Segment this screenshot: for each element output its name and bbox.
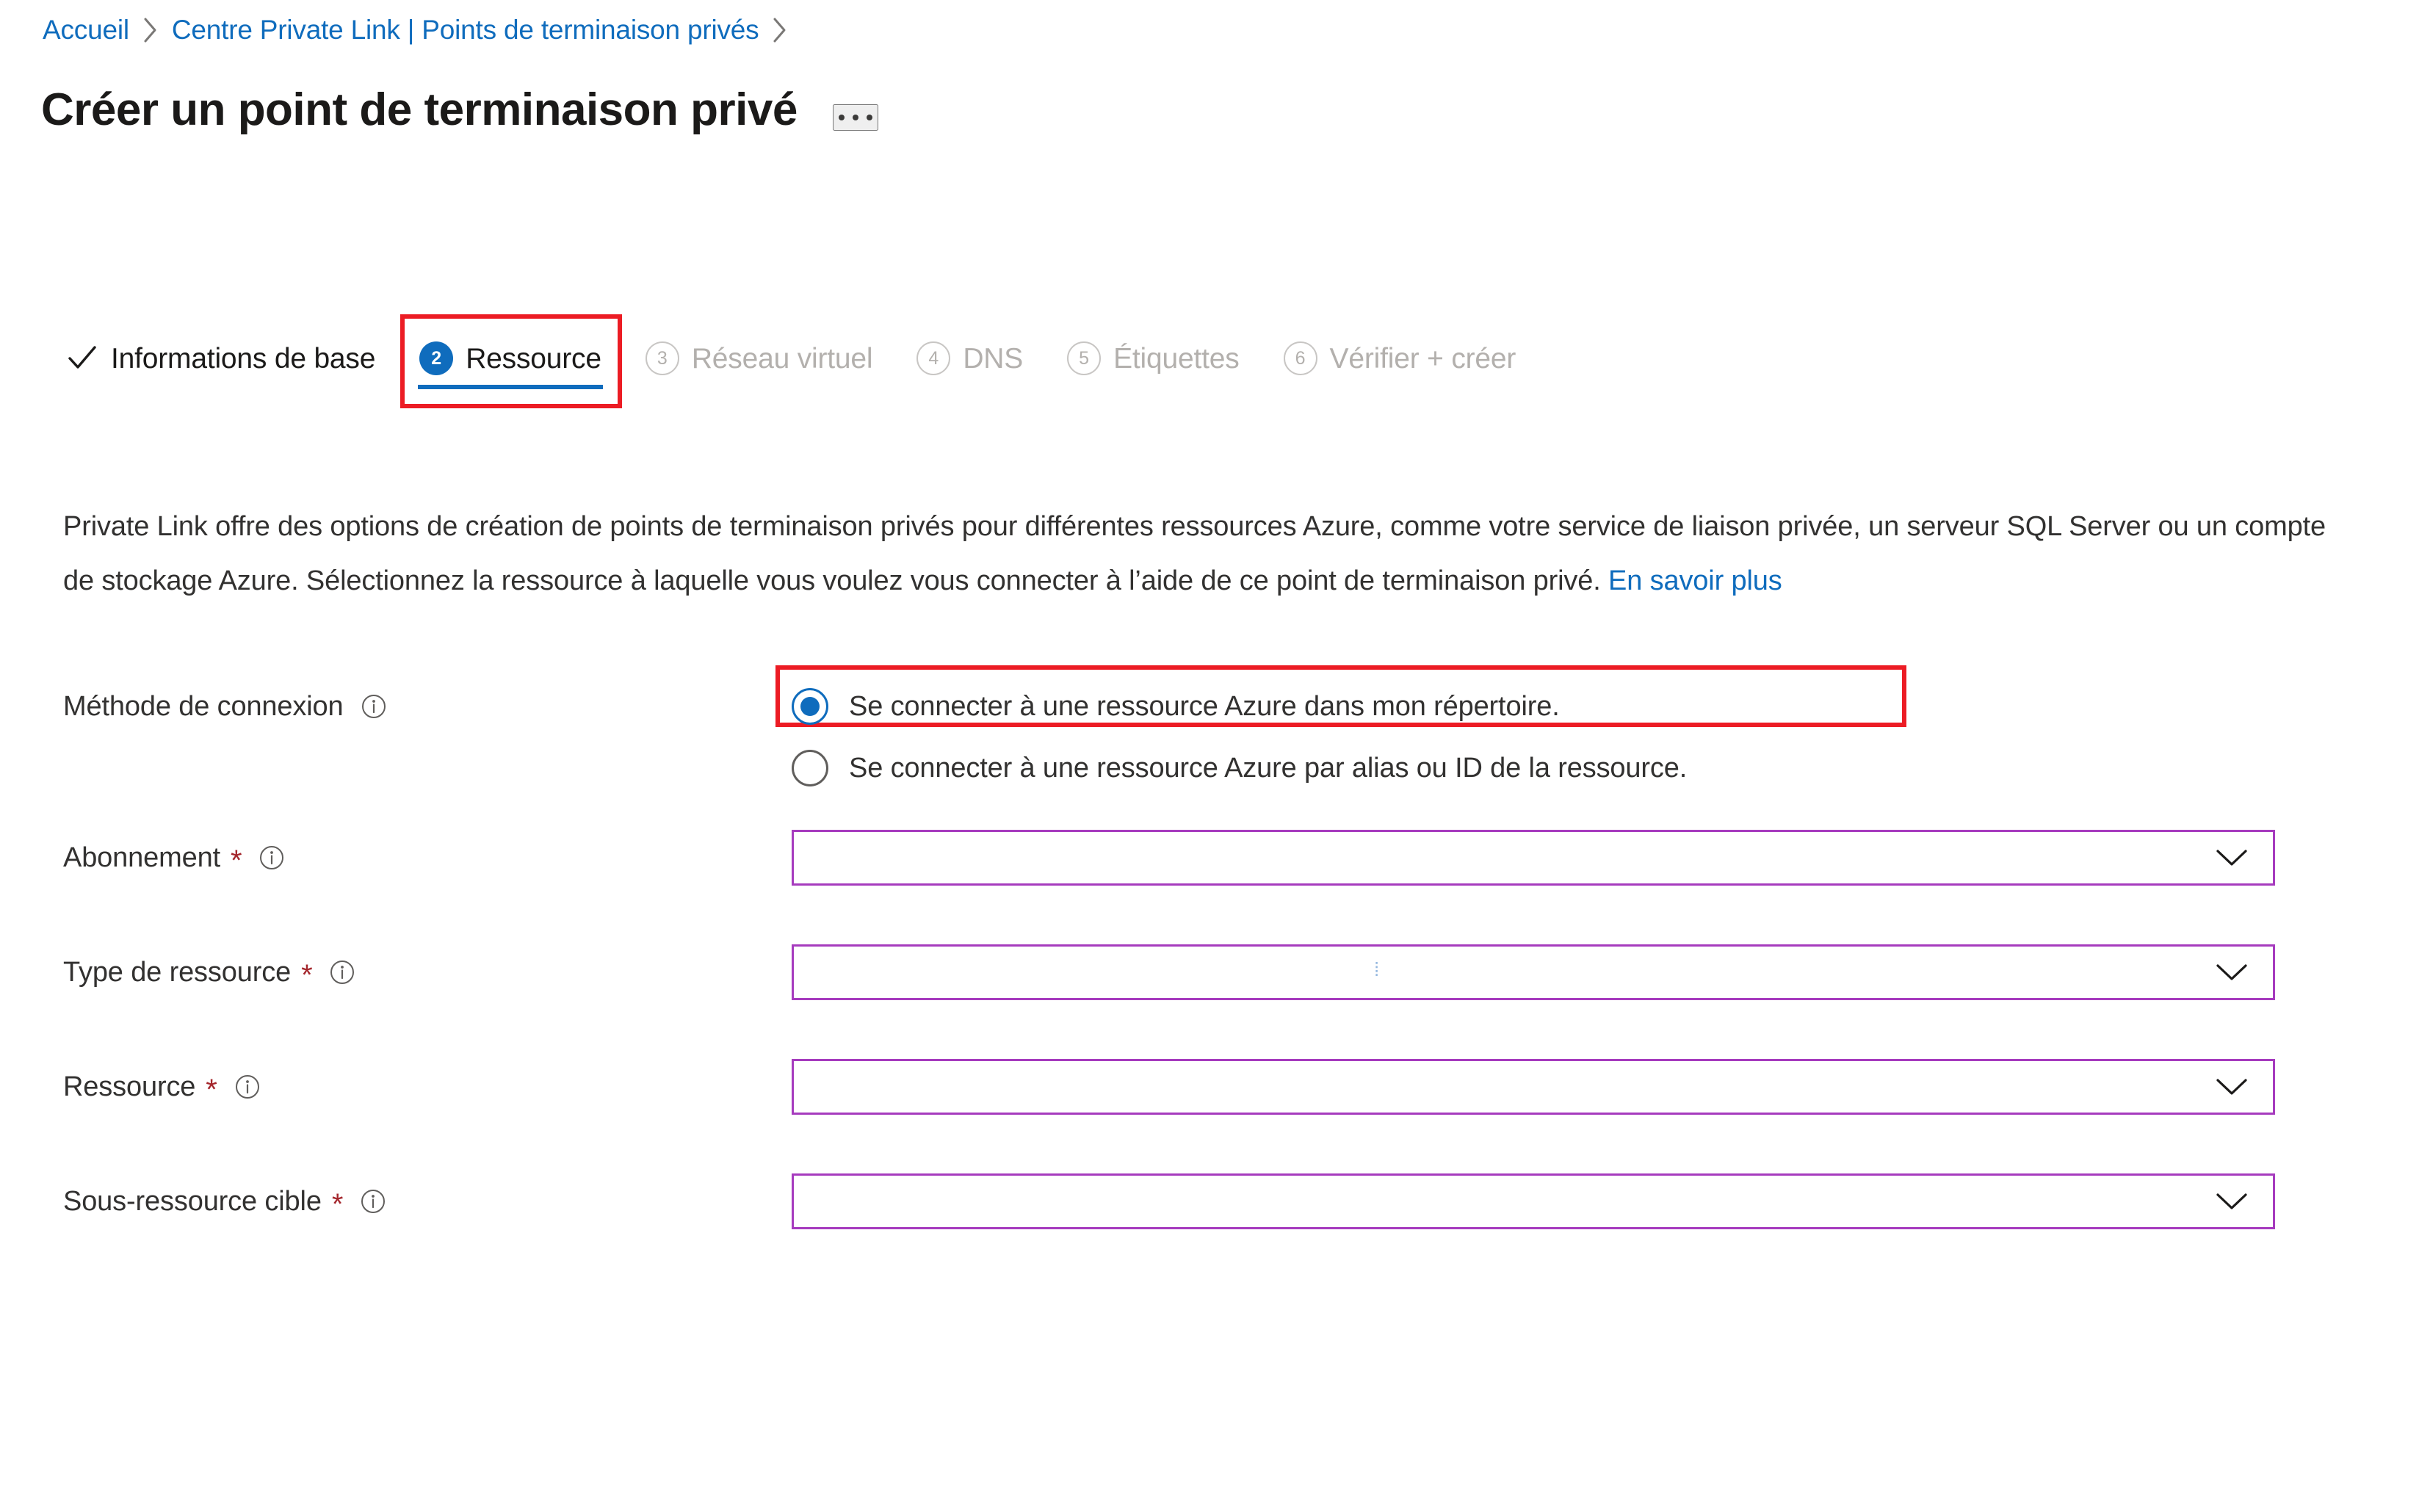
chevron-right-icon [772,17,788,43]
learn-more-link[interactable]: En savoir plus [1608,565,1782,596]
breadcrumb-item-home[interactable]: Accueil [43,16,129,43]
breadcrumb-item-private-link-center[interactable]: Centre Private Link | Points de terminai… [172,16,759,43]
radio-option-label: Se connecter à une ressource Azure dans … [849,691,1560,722]
resource-form: Méthode de connexion Se connecter à une … [0,665,2419,1288]
step-number-badge: 4 [916,341,951,375]
tab-dns[interactable]: 4 DNS [915,332,1024,385]
dropdown-ressource[interactable] [792,1059,2275,1115]
tab-label: Réseau virtuel [691,342,873,375]
form-row-sous-ressource-cible: Sous-ressource cible * [0,1173,2419,1288]
chevron-right-icon [142,17,159,43]
field-label-text: Abonnement [63,842,220,873]
label-type-de-ressource: Type de ressource * [0,944,764,1000]
label-ressource: Ressource * [0,1059,764,1115]
form-row-type-de-ressource: Type de ressource * ⁞ [0,944,2419,1059]
form-row-ressource: Ressource * [0,1059,2419,1173]
tab-verifier-creer[interactable]: 6 Vérifier + créer [1282,332,1518,385]
tab-etiquettes[interactable]: 5 Étiquettes [1066,332,1240,385]
form-row-abonnement: Abonnement * [0,830,2419,944]
info-icon[interactable] [235,1074,260,1099]
description-text: Private Link offre des options de créati… [63,511,2326,596]
ellipsis-dot [838,115,845,120]
tab-label: Étiquettes [1113,342,1240,375]
page-title: Créer un point de terminaison privé [41,84,798,135]
step-number-badge: 2 [419,341,454,375]
tab-informations-de-base[interactable]: Informations de base [65,332,377,385]
dropdown-type-de-ressource[interactable]: ⁞ [792,944,2275,1000]
active-tab-underline [418,385,603,389]
form-row-connection-method: Méthode de connexion Se connecter à une … [0,665,2419,830]
more-actions-button[interactable] [832,104,878,131]
radio-button-selected[interactable] [792,688,828,725]
label-abonnement: Abonnement * [0,830,764,886]
info-icon[interactable] [361,694,386,719]
label-connection-method: Méthode de connexion [0,676,764,737]
breadcrumb: Accueil Centre Private Link | Points de … [43,10,801,48]
info-icon[interactable] [330,960,355,985]
chevron-down-icon [2216,964,2247,980]
dropdown-sous-ressource-cible[interactable] [792,1173,2275,1229]
radio-button-unselected[interactable] [792,750,828,786]
label-sous-ressource-cible: Sous-ressource cible * [0,1173,764,1229]
section-description: Private Link offre des options de créati… [63,499,2340,608]
step-number-badge: 6 [1283,341,1317,375]
wizard-tabs: Informations de base 2 Ressource 3 Résea… [65,314,1518,408]
info-icon[interactable] [259,845,284,870]
required-asterisk: * [301,959,313,991]
tab-ressource[interactable]: 2 Ressource [400,314,622,408]
tab-label: DNS [963,342,1024,375]
step-number-badge: 5 [1067,341,1102,375]
required-asterisk: * [206,1074,217,1106]
chevron-down-icon [2216,850,2247,866]
connection-method-radio-group: Se connecter à une ressource Azure dans … [775,665,1906,799]
tab-label: Informations de base [111,342,376,375]
redaction-artifact: ⁞ [1374,958,1380,980]
chevron-down-icon [2216,1079,2247,1095]
info-icon[interactable] [361,1189,386,1214]
dropdown-abonnement[interactable] [792,830,2275,886]
chevron-down-icon [2216,1193,2247,1209]
radio-option-label: Se connecter à une ressource Azure par a… [849,753,1688,784]
field-label-text: Type de ressource [63,957,292,988]
field-label-text: Sous-ressource cible [63,1186,322,1217]
required-asterisk: * [231,844,242,877]
tab-reseau-virtuel[interactable]: 3 Réseau virtuel [644,332,875,385]
tab-label: Vérifier + créer [1329,342,1516,375]
field-label-text: Méthode de connexion [63,691,344,722]
step-number-badge: 3 [645,341,679,375]
field-label-text: Ressource [63,1071,196,1102]
required-asterisk: * [331,1188,344,1220]
ellipsis-dot [866,115,872,120]
radio-option-directory[interactable]: Se connecter à une ressource Azure dans … [792,676,1687,737]
page-header: Créer un point de terminaison privé [41,81,878,140]
radio-option-alias[interactable]: Se connecter à une ressource Azure par a… [792,737,1687,799]
ellipsis-dot [852,115,858,120]
check-icon [66,342,98,375]
tab-label: Ressource [466,342,601,375]
